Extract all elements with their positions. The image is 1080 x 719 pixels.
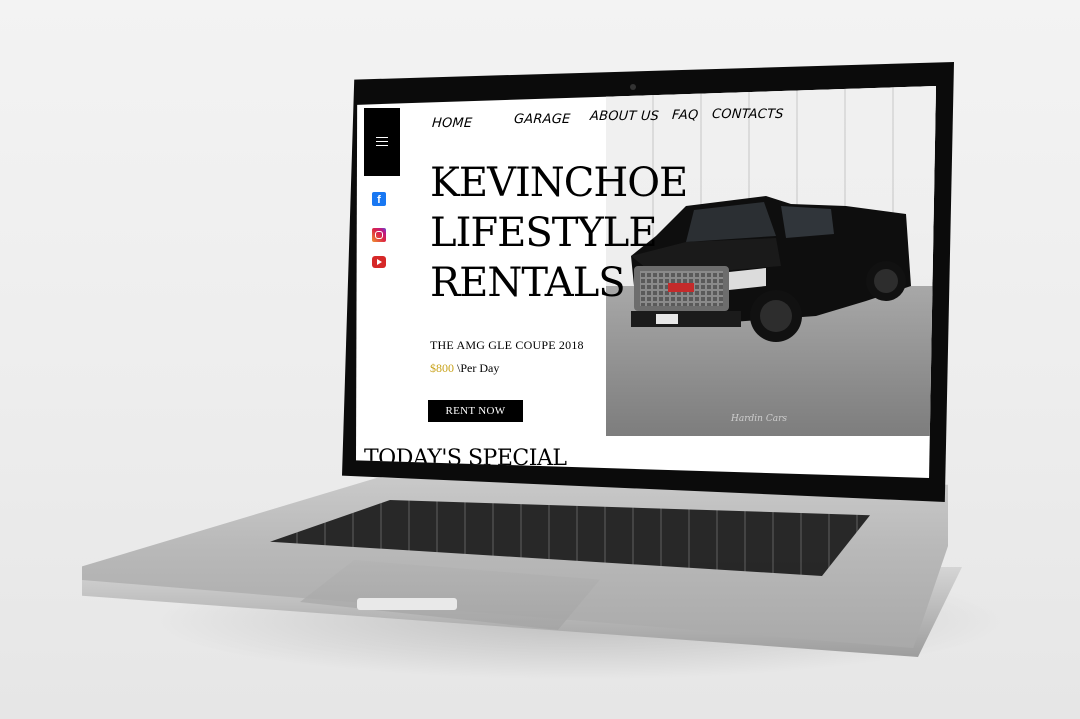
hero-title: KEVINCHOE LIFESTYLE RENTALS: [430, 158, 690, 308]
nav-garage[interactable]: GARAGE: [513, 112, 570, 127]
laptop-notch: [357, 598, 457, 610]
hamburger-icon: [376, 137, 388, 147]
car-model: THE AMG GLE COUPE 2018: [430, 338, 584, 352]
hero-title-line: LIFESTYLE: [430, 210, 658, 256]
nav-faq[interactable]: FAQ: [671, 108, 699, 123]
laptop-scene: Hardin Cars f HOME GARAGE ABOUT US FAQ C…: [0, 0, 1080, 719]
nav-contacts[interactable]: CONTACTS: [711, 107, 784, 122]
laptop-screen: Hardin Cars f HOME GARAGE ABOUT US FAQ C…: [356, 86, 936, 478]
hero-title-line: KEVINCHOE: [430, 160, 688, 206]
camera-icon: [630, 84, 636, 90]
price: $800 \Per Day: [430, 361, 499, 376]
price-amount: $800: [430, 361, 454, 375]
main-nav: HOME GARAGE ABOUT US FAQ CONTACTS: [356, 107, 936, 132]
instagram-icon[interactable]: [372, 228, 386, 242]
youtube-icon[interactable]: [372, 256, 386, 268]
photo-watermark: Hardin Cars: [731, 414, 787, 424]
website-page: Hardin Cars f HOME GARAGE ABOUT US FAQ C…: [356, 86, 936, 478]
facebook-icon[interactable]: f: [372, 192, 386, 206]
rent-now-button[interactable]: RENT NOW: [428, 400, 523, 422]
nav-about-us[interactable]: ABOUT US: [589, 109, 659, 124]
price-unit: \Per Day: [457, 361, 500, 375]
nav-home[interactable]: HOME: [431, 116, 472, 131]
facebook-glyph: f: [377, 194, 381, 206]
hero-title-line: RENTALS: [430, 260, 626, 306]
